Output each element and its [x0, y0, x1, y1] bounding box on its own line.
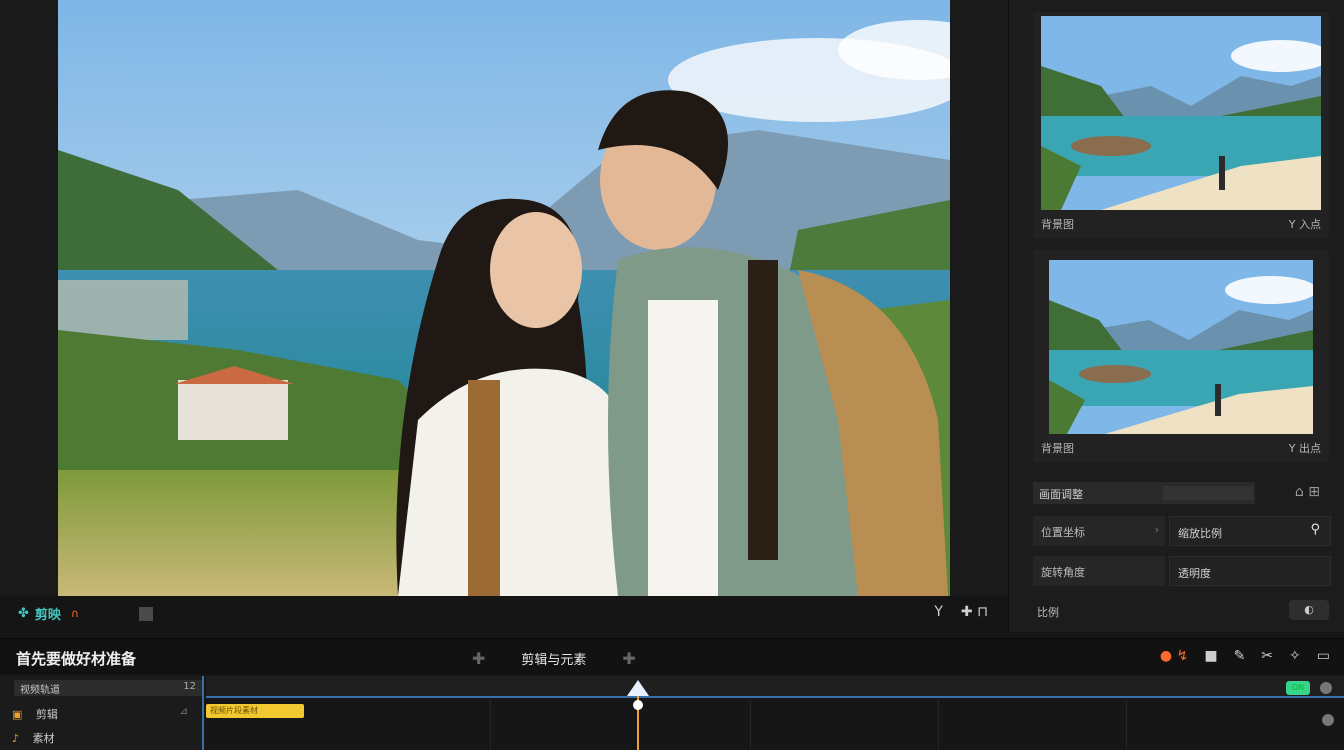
- track-header-panel: 视频轨道 12 ▣ 剪辑 ⊿ ♪ 素材: [0, 676, 204, 750]
- property-label-text: 位置坐标: [1041, 526, 1085, 539]
- thumb-card-start[interactable]: 背景图 Y 入点: [1033, 12, 1329, 238]
- property-label: 位置坐标 ›: [1033, 516, 1165, 546]
- record-icon[interactable]: ● ↯: [1160, 648, 1188, 664]
- split-icon[interactable]: ✂: [1261, 648, 1273, 664]
- thumb-image-end: [1049, 260, 1313, 434]
- fit-icon[interactable]: Y: [934, 604, 943, 620]
- properties-panel: 背景图 Y 入点 背景图 Y 出点 画面调整 ⌂ ⊞ 位置坐标 › 缩放比例 ⚲…: [1008, 0, 1344, 632]
- section-title-bar: [1163, 486, 1253, 500]
- preview-panel: ✤ 剪映 ∩ Y ✚ ⊓: [0, 0, 1008, 632]
- section-title: 画面调整: [1033, 482, 1255, 504]
- magic-icon[interactable]: ✧: [1289, 648, 1301, 664]
- add-icon[interactable]: ✚: [472, 649, 485, 668]
- playhead-handle[interactable]: [627, 680, 649, 696]
- track-header-text: 视频轨道: [20, 685, 60, 696]
- track-row[interactable]: ▣ 剪辑 ⊿: [6, 702, 196, 724]
- settings-dot-icon[interactable]: [1320, 682, 1332, 694]
- track-row[interactable]: ♪ 素材: [6, 726, 196, 748]
- fullscreen-icon[interactable]: ✚ ⊓: [961, 604, 988, 620]
- playhead-dot: [633, 700, 643, 710]
- thumb-caption-end: 背景图 Y 出点: [1041, 436, 1321, 460]
- property-value-text: 透明度: [1178, 567, 1211, 580]
- property-label-text: 旋转角度: [1041, 566, 1085, 579]
- chevron-right-icon: ›: [1154, 523, 1159, 536]
- timeline-lanes[interactable]: 视频片段素材: [206, 700, 1344, 750]
- brand-label: 剪映: [34, 608, 61, 623]
- property-value-text: 缩放比例: [1178, 527, 1222, 540]
- ratio-label: 比例: [1037, 606, 1059, 619]
- track-label: 剪辑: [35, 708, 58, 721]
- property-label: 旋转角度: [1033, 556, 1165, 586]
- video-editor-window: ✤ 剪映 ∩ Y ✚ ⊓ 背景图 Y 入点 背景图 Y 出点 画面调整 ⌂ ⊞ …: [0, 0, 1344, 750]
- video-track-icon: ▣: [12, 708, 23, 721]
- brand-icon: ✤: [18, 606, 29, 621]
- track-label: 素材: [32, 732, 55, 745]
- location-pin-icon[interactable]: ⚲: [1310, 522, 1320, 537]
- crop-icon[interactable]: ▭: [1317, 648, 1330, 664]
- track-tool-icon[interactable]: ⊿: [180, 706, 188, 717]
- thumb-card-end[interactable]: 背景图 Y 出点: [1033, 250, 1329, 462]
- snap-toggle-badge[interactable]: ON: [1286, 681, 1310, 695]
- lane-divider: [490, 700, 491, 750]
- ratio-row: 比例 ◐: [1033, 598, 1331, 624]
- property-value-field[interactable]: 透明度: [1169, 556, 1331, 586]
- stop-square-icon[interactable]: ■: [1204, 648, 1217, 664]
- section-menu-icon[interactable]: ⌂ ⊞: [1295, 484, 1320, 500]
- toolbar-center-label: 剪辑与元素: [521, 653, 587, 668]
- thumb-caption-start: 背景图 Y 入点: [1041, 212, 1321, 236]
- property-row: 旋转角度 透明度: [1033, 556, 1331, 586]
- brand-tag: ∩: [70, 607, 79, 620]
- preview-control-bar: ✤ 剪映 ∩ Y ✚ ⊓: [0, 596, 1008, 632]
- brand-logo: ✤ 剪映 ∩: [18, 604, 153, 623]
- property-row: 位置坐标 › 缩放比例 ⚲: [1033, 516, 1331, 546]
- timeline-ruler[interactable]: [206, 676, 1344, 698]
- project-title: 首先要做好材准备: [16, 650, 137, 668]
- audio-track-icon: ♪: [12, 732, 20, 745]
- timeline: 视频轨道 12 ▣ 剪辑 ⊿ ♪ 素材 视频片段素材: [0, 676, 1344, 750]
- scroll-dot-icon[interactable]: [1322, 714, 1334, 726]
- preview-controls: Y ✚ ⊓: [934, 604, 988, 620]
- lane-divider: [938, 700, 939, 750]
- thumb-caption-left: 背景图: [1041, 218, 1074, 231]
- preview-canvas[interactable]: [58, 0, 950, 596]
- stop-icon[interactable]: [138, 606, 153, 621]
- lane-divider: [750, 700, 751, 750]
- preview-image: [58, 0, 950, 596]
- thumb-image-start: [1041, 16, 1321, 210]
- ratio-toggle[interactable]: ◐: [1289, 600, 1329, 620]
- track-count: 12: [183, 681, 196, 692]
- section-title-label: 画面调整: [1039, 488, 1083, 501]
- track-header-label: 视频轨道 12: [14, 680, 202, 696]
- toolbar-icons: ● ↯ ■ ✎ ✂ ✧ ▭: [1160, 648, 1330, 664]
- thumb-caption-left: 背景图: [1041, 442, 1074, 455]
- lane-divider: [1126, 700, 1127, 750]
- thumb-caption-right: Y 入点: [1288, 218, 1321, 231]
- eraser-icon[interactable]: ✎: [1234, 648, 1246, 664]
- toolbar-center: ✚ 剪辑与元素 ✚: [472, 649, 636, 668]
- video-clip[interactable]: 视频片段素材: [206, 704, 304, 718]
- add-icon[interactable]: ✚: [622, 649, 635, 668]
- thumb-caption-right: Y 出点: [1288, 442, 1321, 455]
- property-value-field[interactable]: 缩放比例 ⚲: [1169, 516, 1331, 546]
- timeline-toolbar: 首先要做好材准备 ✚ 剪辑与元素 ✚ ● ↯ ■ ✎ ✂ ✧ ▭: [0, 638, 1344, 674]
